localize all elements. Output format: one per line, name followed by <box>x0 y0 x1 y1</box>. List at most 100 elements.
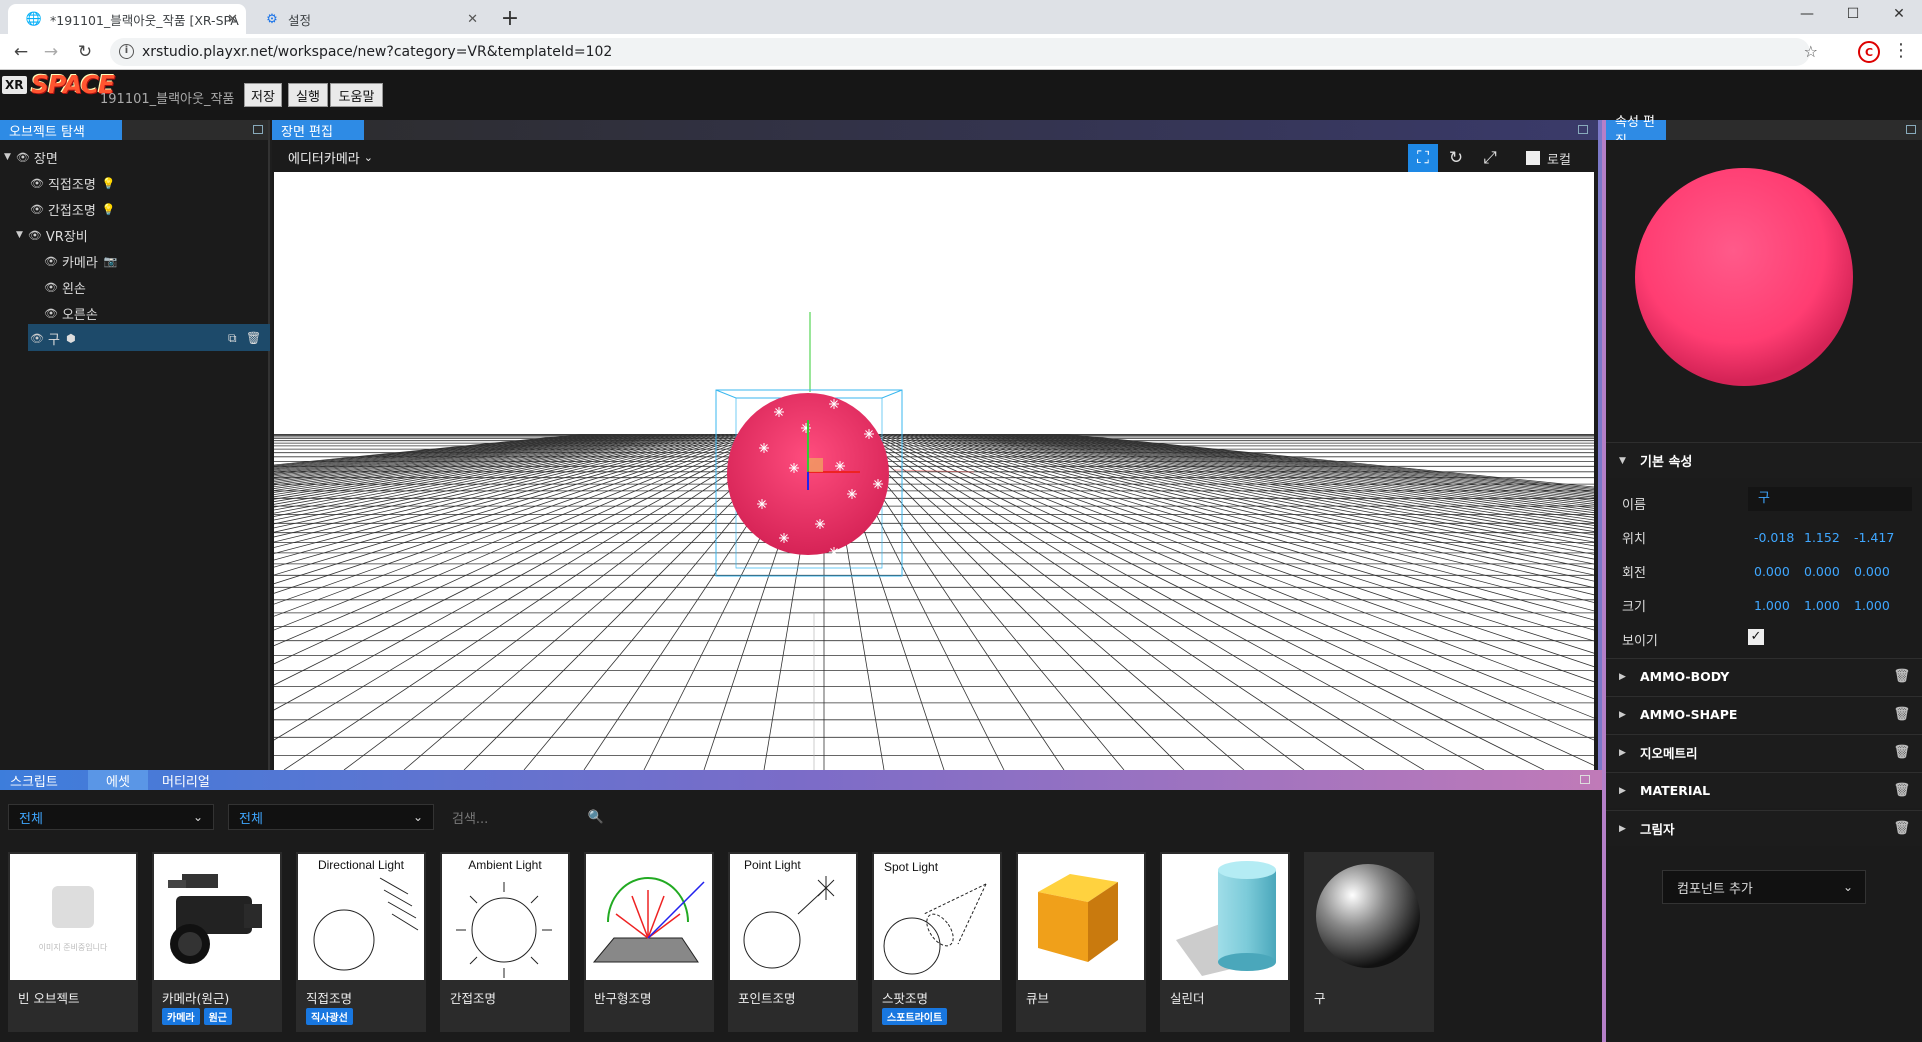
tree-item-vr-equipment[interactable]: ▼ 👁 VR장비 <box>16 222 88 248</box>
info-icon[interactable]: i <box>119 44 134 59</box>
add-component-select[interactable]: 컴포넌트 추가 ⌄ <box>1662 870 1866 904</box>
eye-icon[interactable]: 👁 <box>44 307 58 320</box>
project-name: 191101_블랙아웃_작품 <box>100 92 235 107</box>
rotation-x-field[interactable]: 0.000 <box>1754 564 1790 579</box>
asset-card-cube[interactable]: 큐브 <box>1016 852 1146 1032</box>
forward-icon[interactable]: → <box>38 40 64 64</box>
asset-search-input[interactable]: 검색... 🔍 <box>444 804 612 830</box>
local-checkbox[interactable] <box>1526 151 1540 165</box>
close-tab-icon[interactable]: ✕ <box>467 12 478 27</box>
eye-icon[interactable]: 👁 <box>44 281 58 294</box>
close-window-button[interactable]: ✕ <box>1876 0 1922 28</box>
trash-icon[interactable]: 🗑 <box>1893 783 1910 798</box>
tree-label: 간접조명 <box>47 203 96 219</box>
browser-tab-active[interactable]: 🌐 *191101_블랙아웃_작품 [XR-SPA ✕ <box>8 4 246 34</box>
section-geometry[interactable]: ▶ 지오메트리 🗑 <box>1606 734 1922 770</box>
minimize-panel-icon[interactable] <box>253 125 263 134</box>
asset-card-camera[interactable]: 카메라(원근) 카메라 원근 <box>152 852 282 1032</box>
close-tab-icon[interactable]: ✕ <box>227 12 238 27</box>
help-button[interactable]: 도움말 <box>330 83 383 107</box>
section-ammo-shape[interactable]: ▶ AMMO-SHAPE 🗑 <box>1606 696 1922 732</box>
extension-icon[interactable]: C <box>1858 41 1880 63</box>
category-filter[interactable]: 전체 ⌄ <box>8 804 214 830</box>
trash-icon[interactable]: 🗑 <box>1893 821 1910 836</box>
tab-material[interactable]: 머티리얼 <box>152 770 220 790</box>
bookmark-star-icon[interactable]: ☆ <box>1804 42 1818 61</box>
scale-y-field[interactable]: 1.000 <box>1804 598 1840 613</box>
tree-item-scene[interactable]: ▼ 👁 장면 <box>4 144 58 170</box>
position-label: 위치 <box>1622 532 1646 547</box>
panel-title: 장면 편집 <box>272 120 364 140</box>
tree-item-camera[interactable]: 👁 카메라 📷 <box>44 248 118 274</box>
thumb-title: Directional Light <box>317 858 405 872</box>
asset-thumbnail <box>1018 854 1144 980</box>
asset-card-empty-object[interactable]: 이미지 준비중입니다 빈 오브젝트 <box>8 852 138 1032</box>
rotation-y-field[interactable]: 0.000 <box>1804 564 1840 579</box>
menu-kebab-icon[interactable]: ⋮ <box>1892 40 1910 61</box>
asset-card-hemisphere-light[interactable]: 반구형조명 <box>584 852 714 1032</box>
camera-select[interactable]: 에디터카메라 ⌄ <box>288 148 373 167</box>
scale-x-field[interactable]: 1.000 <box>1754 598 1790 613</box>
save-button[interactable]: 저장 <box>244 83 282 107</box>
eye-icon[interactable]: 👁 <box>30 332 44 345</box>
position-x-field[interactable]: -0.018 <box>1754 530 1794 545</box>
rotate-icon[interactable]: ↻ <box>1442 144 1470 172</box>
tab-asset[interactable]: 에셋 <box>88 770 148 790</box>
eye-icon[interactable]: 👁 <box>28 229 42 242</box>
section-ammo-body[interactable]: ▶ AMMO-BODY 🗑 <box>1606 658 1922 694</box>
tree-item-direct-light[interactable]: 👁 직접조명 💡 <box>30 170 116 196</box>
image-placeholder-icon <box>52 886 94 928</box>
minimize-button[interactable]: — <box>1784 0 1830 28</box>
expand-caret-icon: ▶ <box>1619 747 1626 758</box>
name-input[interactable]: 구 <box>1748 487 1912 511</box>
url-field[interactable]: i xrstudio.playxr.net/workspace/new?cate… <box>110 38 1810 66</box>
reload-icon[interactable]: ↻ <box>72 40 98 64</box>
tree-item-left-hand[interactable]: 👁 왼손 <box>44 274 86 300</box>
scale-z-field[interactable]: 1.000 <box>1854 598 1890 613</box>
run-button[interactable]: 실행 <box>288 83 328 107</box>
tree-item-right-hand[interactable]: 👁 오른손 <box>44 300 98 326</box>
asset-card-directional-light[interactable]: Directional Light 직접조명 직사광선 <box>296 852 426 1032</box>
minimize-panel-icon[interactable] <box>1578 125 1588 134</box>
trash-icon[interactable]: 🗑 <box>1893 707 1910 722</box>
visible-label: 보이기 <box>1622 634 1658 649</box>
eye-icon[interactable]: 👁 <box>16 151 30 164</box>
browser-tab-settings[interactable]: ⚙ 설정 ✕ <box>246 4 486 34</box>
tree-item-sphere[interactable]: 👁 구 ⬢ <box>30 325 76 351</box>
asset-card-point-light[interactable]: Point Light 포인트조명 <box>728 852 858 1032</box>
3d-viewport[interactable] <box>274 172 1594 770</box>
expand-caret-icon[interactable]: ▼ <box>4 152 11 162</box>
tree-label: 장면 <box>33 151 58 167</box>
back-icon[interactable]: ← <box>8 40 34 64</box>
minimize-panel-icon[interactable] <box>1906 125 1916 134</box>
new-tab-button[interactable]: + <box>496 4 524 32</box>
eye-icon[interactable]: 👁 <box>30 203 44 216</box>
basic-properties-header[interactable]: ▼ 기본 속성 <box>1606 442 1922 478</box>
rotation-z-field[interactable]: 0.000 <box>1854 564 1890 579</box>
position-y-field[interactable]: 1.152 <box>1804 530 1840 545</box>
maximize-button[interactable]: ☐ <box>1830 0 1876 28</box>
copy-icon[interactable]: ⧉ <box>228 325 237 351</box>
section-shadow[interactable]: ▶ 그림자 🗑 <box>1606 810 1922 846</box>
visible-checkbox[interactable]: ✓ <box>1748 629 1764 645</box>
expand-icon[interactable]: ⤢ <box>1476 144 1504 172</box>
tree-item-ambient-light[interactable]: 👁 간접조명 💡 <box>30 196 116 222</box>
asset-card-sphere[interactable]: 구 <box>1304 852 1434 1032</box>
trash-icon[interactable]: 🗑 <box>1893 745 1910 760</box>
asset-card-cylinder[interactable]: 실린더 <box>1160 852 1290 1032</box>
eye-icon[interactable]: 👁 <box>30 177 44 190</box>
expand-caret-icon[interactable]: ▼ <box>16 230 23 240</box>
position-z-field[interactable]: -1.417 <box>1854 530 1894 545</box>
asset-card-ambient-light[interactable]: Ambient Light 간접조명 <box>440 852 570 1032</box>
eye-icon[interactable]: 👁 <box>44 255 58 268</box>
minimize-panel-icon[interactable] <box>1580 775 1590 784</box>
section-material[interactable]: ▶ MATERIAL 🗑 <box>1606 772 1922 808</box>
focus-icon[interactable]: ⛶ <box>1408 144 1438 172</box>
trash-icon[interactable]: 🗑 <box>246 325 261 351</box>
tab-script[interactable]: 스크립트 <box>0 770 68 790</box>
type-filter[interactable]: 전체 ⌄ <box>228 804 434 830</box>
trash-icon[interactable]: 🗑 <box>1893 669 1910 684</box>
search-icon[interactable]: 🔍 <box>588 810 604 825</box>
asset-card-spot-light[interactable]: Spot Light 스팟조명 스포트라이트 <box>872 852 1002 1032</box>
section-title: 기본 속성 <box>1640 455 1693 470</box>
